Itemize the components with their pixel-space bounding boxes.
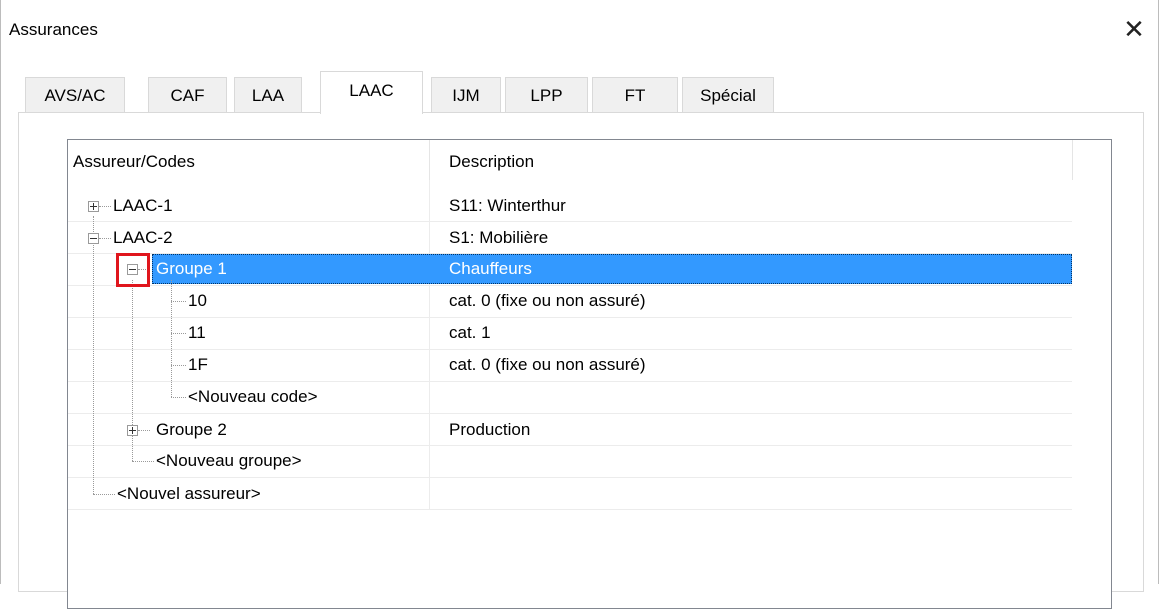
- tree-connector: [171, 397, 186, 398]
- tab-lpp[interactable]: LPP: [505, 77, 588, 113]
- tree-node-new-group[interactable]: <Nouveau groupe>: [156, 445, 302, 477]
- expand-plus-icon[interactable]: [88, 201, 99, 212]
- selected-row-highlight: [152, 254, 1072, 284]
- tab-avs-ac[interactable]: AVS/AC: [25, 77, 125, 113]
- tab-laac[interactable]: LAAC: [320, 71, 423, 114]
- description-cell: cat. 0 (fixe ou non assuré): [449, 355, 646, 374]
- tree-connector: [171, 280, 172, 397]
- tab-caf[interactable]: CAF: [148, 77, 227, 113]
- assurances-dialog: Assurances ✕ AVS/AC CAF LAA LAAC IJM LPP…: [0, 0, 1159, 609]
- tree-connector: [138, 430, 150, 431]
- tab-ijm[interactable]: IJM: [431, 77, 501, 113]
- tree-node-code-10[interactable]: 10: [188, 285, 207, 317]
- tree-connector: [93, 216, 94, 494]
- close-icon[interactable]: ✕: [1121, 16, 1147, 42]
- tree-node-code-1f[interactable]: 1F: [188, 349, 208, 381]
- tab-special[interactable]: Spécial: [682, 77, 774, 113]
- insurer-tree-list[interactable]: Assureur/Codes Description LAAC-1 LAAC-2…: [67, 139, 1112, 609]
- window-title: Assurances: [9, 20, 98, 39]
- column-divider[interactable]: [429, 140, 430, 180]
- tree-node-new-code[interactable]: <Nouveau code>: [188, 381, 318, 413]
- description-cell-selected: Chauffeurs: [449, 259, 532, 278]
- tree-connector: [132, 461, 154, 462]
- description-cell: S1: Mobilière: [449, 228, 549, 247]
- tree-connector: [171, 301, 186, 302]
- row-divider: [68, 317, 1072, 318]
- tree-connector: [99, 206, 111, 207]
- column-divider[interactable]: [1072, 140, 1073, 180]
- column-header-assureur-codes[interactable]: Assureur/Codes: [68, 140, 429, 180]
- column-separator: [429, 180, 430, 510]
- expand-plus-icon[interactable]: [127, 425, 138, 436]
- collapse-minus-icon[interactable]: [88, 233, 99, 244]
- tree-connector: [171, 333, 186, 334]
- tree-connector: [99, 238, 111, 239]
- row-divider: [68, 221, 1072, 222]
- tree-node-laac-1[interactable]: LAAC-1: [113, 190, 173, 222]
- description-cell: cat. 0 (fixe ou non assuré): [449, 291, 646, 310]
- tab-laa[interactable]: LAA: [234, 77, 302, 113]
- highlight-annotation-box: [116, 253, 150, 287]
- tree-node-groupe-2[interactable]: Groupe 2: [156, 414, 227, 446]
- tree-connector: [171, 365, 186, 366]
- tree-node-laac-2[interactable]: LAAC-2: [113, 222, 173, 254]
- tree-node-new-insurer[interactable]: <Nouvel assureur>: [117, 478, 261, 510]
- description-cell: cat. 1: [449, 323, 491, 342]
- column-header-description[interactable]: Description: [444, 140, 1072, 180]
- tab-ft[interactable]: FT: [592, 77, 678, 113]
- tree-connector: [93, 494, 115, 495]
- description-cell: Production: [449, 420, 531, 439]
- tree-node-groupe-1[interactable]: Groupe 1: [156, 253, 227, 285]
- tree-node-code-11[interactable]: 11: [188, 317, 206, 349]
- description-cell: S11: Winterthur: [449, 196, 566, 215]
